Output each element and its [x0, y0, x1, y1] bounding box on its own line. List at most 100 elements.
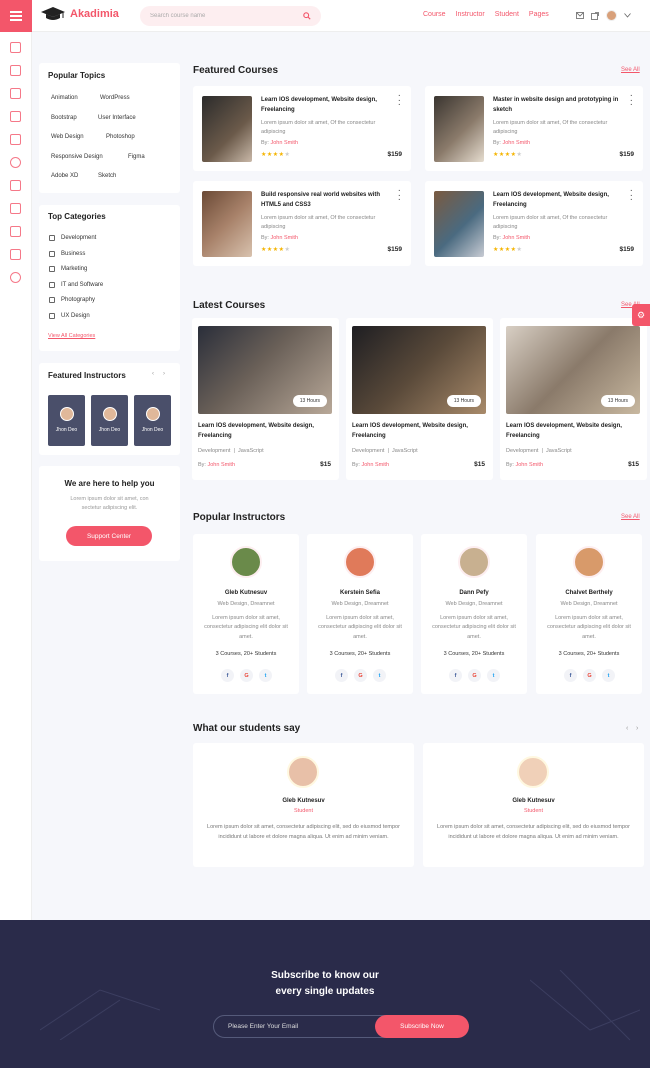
external-link-icon[interactable] [591, 11, 599, 20]
see-all-link[interactable]: See All [621, 514, 640, 520]
featured-instructors-panel: Featured Instructors ‹ › Jhon Deo Jhon D… [39, 363, 180, 455]
instructor-card[interactable]: Chalvet Berthely Web Design, Dreamnet Lo… [536, 534, 642, 694]
logo[interactable]: Akadimia [40, 6, 119, 22]
chat-icon[interactable] [10, 249, 21, 260]
featured-course-card[interactable]: Learn IOS development, Website design, F… [425, 181, 643, 266]
instructor-card[interactable]: Kerstein Sefia Web Design, Dreamnet Lore… [307, 534, 413, 694]
instructor-name[interactable]: Dann Pefy [421, 590, 527, 596]
more-options-icon[interactable]: · · · [630, 186, 633, 205]
latest-course-card[interactable]: 13 Hours Learn IOS development, Website … [192, 318, 339, 480]
google-icon[interactable]: G [468, 669, 481, 682]
topic-tag[interactable]: Animation [51, 95, 78, 101]
topic-tag[interactable]: Figma [128, 154, 145, 160]
chevron-down-icon[interactable] [624, 13, 631, 18]
info-icon[interactable] [10, 272, 21, 283]
view-all-categories-link[interactable]: View All Categories [48, 333, 95, 339]
category-item[interactable]: UX Design [49, 313, 90, 319]
twitter-icon[interactable]: t [373, 669, 386, 682]
facebook-icon[interactable]: f [449, 669, 462, 682]
nav-pages[interactable]: Pages [529, 11, 549, 18]
mail-icon[interactable] [576, 12, 584, 19]
featured-course-card[interactable]: Learn IOS development, Website design, F… [193, 86, 411, 171]
search-bar[interactable] [140, 6, 321, 26]
latest-course-card[interactable]: 13 Hours Learn IOS development, Website … [346, 318, 493, 480]
category-item[interactable]: Development [49, 235, 96, 241]
nav-instructor[interactable]: Instructor [456, 11, 485, 18]
topic-tag[interactable]: Web Design [51, 134, 84, 140]
list-icon[interactable] [10, 111, 21, 122]
document-icon[interactable] [10, 88, 21, 99]
next-arrow-icon[interactable]: › [163, 371, 165, 377]
category-item[interactable]: Photography [49, 297, 95, 303]
instructor-avatar [458, 546, 490, 578]
twitter-icon[interactable]: t [487, 669, 500, 682]
graduation-cap-icon [41, 7, 65, 20]
course-title[interactable]: Learn IOS development, Website design, F… [506, 422, 636, 441]
see-all-link[interactable]: See All [621, 67, 640, 73]
next-arrow-icon[interactable]: › [636, 725, 638, 732]
topic-tag[interactable]: User Interface [98, 115, 136, 121]
twitter-icon[interactable]: t [602, 669, 615, 682]
course-title[interactable]: Master in website design and prototyping… [493, 96, 623, 115]
grid-icon[interactable] [10, 65, 21, 76]
latest-course-card[interactable]: 13 Hours Learn IOS development, Website … [500, 318, 647, 480]
calendar-icon[interactable] [10, 226, 21, 237]
home-icon[interactable] [10, 42, 21, 53]
instructor-role: Web Design, Dreamnet [217, 601, 275, 607]
google-icon[interactable]: G [240, 669, 253, 682]
more-options-icon[interactable]: · · · [630, 91, 633, 110]
topic-tag[interactable]: WordPress [100, 95, 130, 101]
facebook-icon[interactable]: f [221, 669, 234, 682]
topic-tag[interactable]: Photoshop [106, 134, 135, 140]
support-center-button[interactable]: Support Center [66, 526, 152, 546]
topic-tag[interactable]: Sketch [98, 173, 116, 179]
image-icon[interactable] [10, 203, 21, 214]
book-icon[interactable] [10, 134, 21, 145]
google-icon[interactable]: G [354, 669, 367, 682]
category-item[interactable]: Marketing [49, 266, 87, 272]
prev-arrow-icon[interactable]: ‹ [626, 725, 628, 732]
google-icon[interactable]: G [583, 669, 596, 682]
instructor-thumb[interactable]: Jhon Deo [134, 395, 171, 446]
search-icon[interactable] [303, 12, 311, 20]
email-input[interactable] [228, 1023, 378, 1030]
more-options-icon[interactable]: · · · [398, 186, 401, 205]
featured-course-card[interactable]: Master in website design and prototyping… [425, 86, 643, 171]
user-card-icon[interactable] [10, 180, 21, 191]
instructor-card[interactable]: Dann Pefy Web Design, Dreamnet Lorem ips… [421, 534, 527, 694]
course-image [434, 96, 484, 162]
course-title[interactable]: Learn IOS development, Website design, F… [261, 96, 391, 115]
settings-gear-button[interactable]: ⚙ [632, 304, 650, 326]
featured-course-card[interactable]: Build responsive real world websites wit… [193, 181, 411, 266]
prev-arrow-icon[interactable]: ‹ [152, 371, 154, 377]
course-title[interactable]: Learn IOS development, Website design, F… [198, 422, 328, 441]
subscribe-button[interactable]: Subscribe Now [375, 1015, 469, 1038]
instructor-name[interactable]: Chalvet Berthely [536, 590, 642, 596]
facebook-icon[interactable]: f [335, 669, 348, 682]
course-price: $15 [474, 461, 485, 468]
instructor-thumb[interactable]: Jhon Deo [91, 395, 128, 446]
search-input[interactable] [150, 13, 290, 19]
facebook-icon[interactable]: f [564, 669, 577, 682]
topic-tag[interactable]: Bootstrap [51, 115, 77, 121]
instructor-thumb[interactable]: Jhon Deo [48, 395, 85, 446]
course-title[interactable]: Learn IOS development, Website design, F… [493, 191, 623, 210]
instructor-name[interactable]: Kerstein Sefia [307, 590, 413, 596]
course-title[interactable]: Build responsive real world websites wit… [261, 191, 391, 210]
category-item[interactable]: IT and Software [49, 282, 103, 288]
category-item[interactable]: Business [49, 251, 85, 257]
menu-button[interactable] [0, 0, 32, 32]
student-avatar [517, 756, 549, 788]
topic-tag[interactable]: Responsive Design [51, 154, 103, 160]
twitter-icon[interactable]: t [259, 669, 272, 682]
clock-icon[interactable] [10, 157, 21, 168]
topic-tag[interactable]: Adobe XD [51, 173, 78, 179]
course-title[interactable]: Learn IOS development, Website design, F… [352, 422, 482, 441]
student-role: Student [524, 808, 543, 814]
more-options-icon[interactable]: · · · [398, 91, 401, 110]
instructor-card[interactable]: Gleb Kutnesuv Web Design, Dreamnet Lorem… [193, 534, 299, 694]
user-avatar[interactable] [606, 10, 617, 21]
instructor-name[interactable]: Gleb Kutnesuv [193, 590, 299, 596]
nav-student[interactable]: Student [495, 11, 519, 18]
nav-course[interactable]: Course [423, 11, 446, 18]
